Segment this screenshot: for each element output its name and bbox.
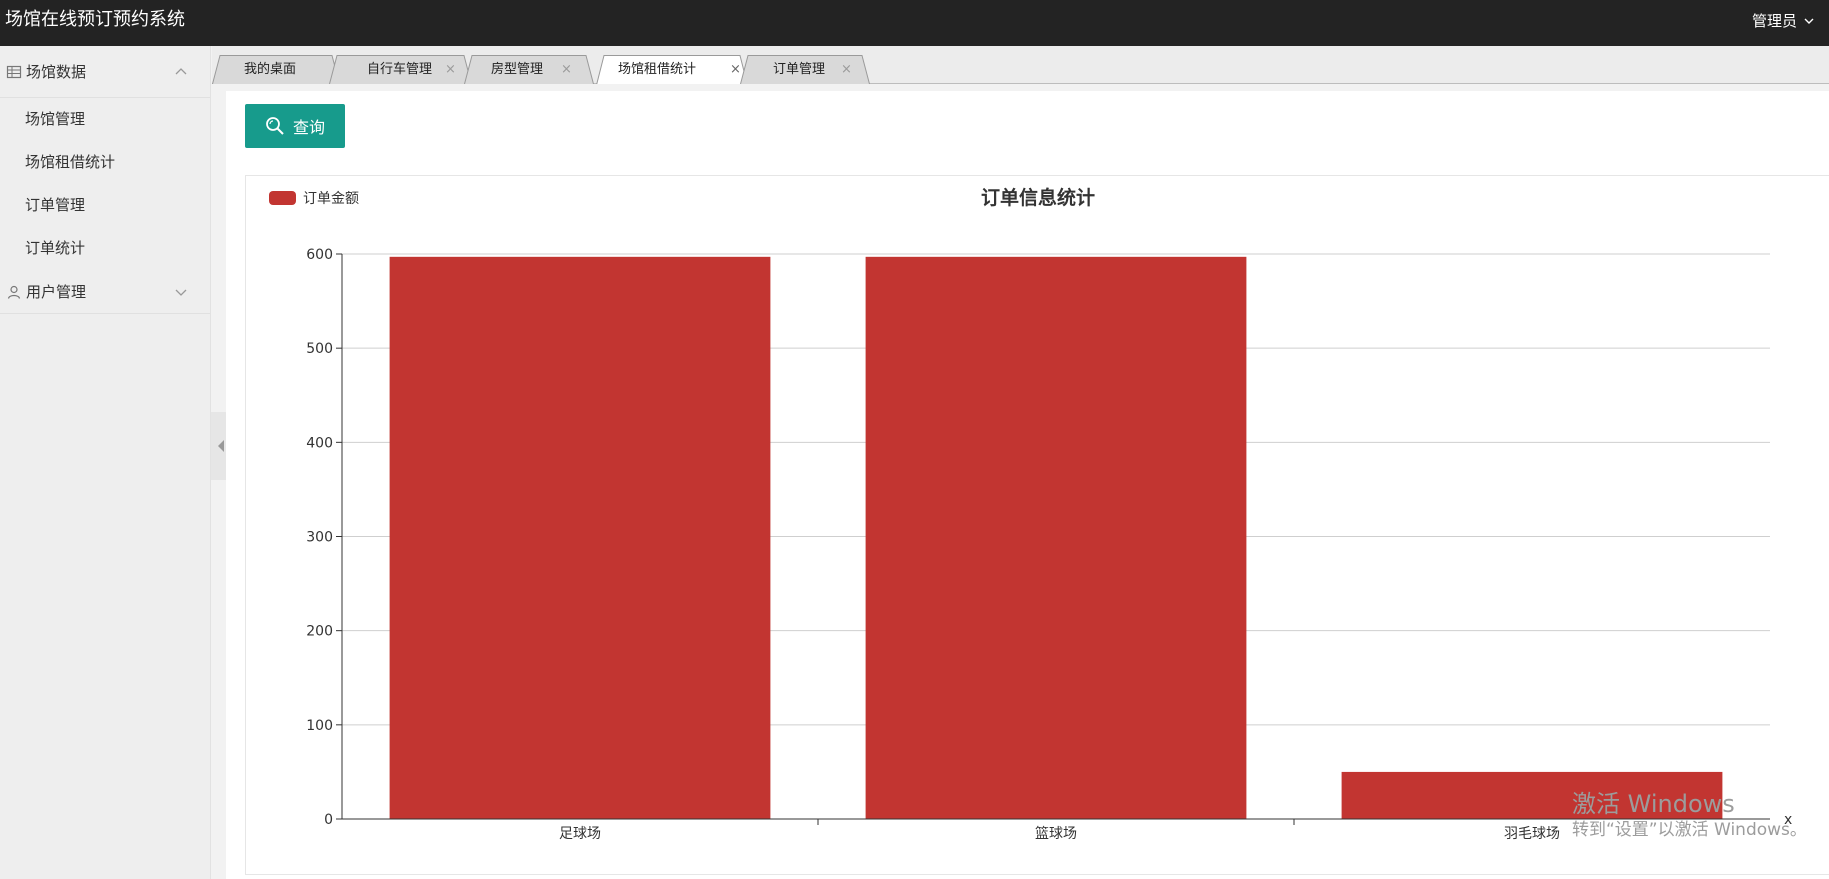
chevron-up-icon bbox=[175, 68, 187, 75]
user-menu[interactable]: 管理员 bbox=[1752, 0, 1815, 42]
tab-label: 自行车管理 bbox=[367, 62, 433, 77]
chevron-down-icon bbox=[175, 289, 187, 296]
top-bar: 场馆在线预订预约系统 管理员 bbox=[0, 0, 1829, 46]
tab-venue-rental-stats[interactable]: 场馆租借统计 × bbox=[596, 55, 748, 84]
sidebar-group-venue-data[interactable]: 场馆数据 bbox=[0, 46, 210, 98]
user-icon bbox=[7, 285, 21, 299]
tab-my-desktop[interactable]: 我的桌面 bbox=[212, 55, 340, 84]
chart-panel: 0 100 200 300 400 500 600 足球场 篮球场 羽毛球场 x 订单信息统计 订单金额 bbox=[245, 175, 1829, 875]
tab-label: 场馆租借统计 bbox=[618, 62, 697, 77]
sidebar-group-label: 用户管理 bbox=[26, 283, 87, 301]
user-name: 管理员 bbox=[1751, 12, 1797, 30]
tab-bike-manage[interactable]: 自行车管理 × bbox=[329, 55, 472, 84]
x-tick-label: 篮球场 bbox=[1035, 826, 1077, 842]
sidebar-group-user-manage[interactable]: 用户管理 bbox=[0, 270, 210, 314]
query-button[interactable]: 查询 bbox=[245, 104, 345, 148]
sidebar-group-label: 场馆数据 bbox=[26, 63, 87, 81]
chevron-down-icon bbox=[1804, 18, 1814, 24]
y-tick-label: 300 bbox=[306, 530, 333, 546]
table-icon bbox=[6, 65, 22, 78]
search-icon bbox=[266, 117, 284, 135]
y-tick-label: 400 bbox=[306, 435, 333, 451]
app-title: 场馆在线预订预约系统 bbox=[5, 9, 185, 30]
sidebar-item-order-manage[interactable]: 订单管理 bbox=[0, 184, 210, 227]
x-tick-label: 羽毛球场 bbox=[1504, 826, 1560, 842]
y-tick-label: 600 bbox=[306, 247, 333, 263]
y-tick-label: 500 bbox=[306, 341, 333, 357]
tab-order-manage[interactable]: 订单管理 × bbox=[740, 55, 870, 84]
sidebar-item-venue-rental-stats[interactable]: 场馆租借统计 bbox=[0, 141, 210, 184]
x-tick-label: 足球场 bbox=[559, 826, 601, 842]
y-tick-label: 0 bbox=[324, 812, 333, 828]
legend-label: 订单金额 bbox=[303, 191, 359, 207]
bar bbox=[389, 256, 771, 819]
bar-chart: 0 100 200 300 400 500 600 足球场 篮球场 羽毛球场 x 订单信息统计 订单金额 bbox=[269, 186, 1792, 842]
tab-label: 房型管理 bbox=[491, 62, 544, 77]
y-tick-label: 100 bbox=[306, 718, 333, 734]
tab-room-type-manage[interactable]: 房型管理 × bbox=[464, 55, 594, 84]
close-icon[interactable]: × bbox=[561, 55, 572, 84]
query-button-label: 查询 bbox=[292, 118, 325, 137]
x-axis-label: x bbox=[1784, 812, 1792, 828]
close-icon[interactable]: × bbox=[841, 55, 852, 84]
close-icon[interactable]: × bbox=[445, 55, 456, 84]
tab-label: 我的桌面 bbox=[244, 62, 297, 77]
tab-bar: 我的桌面 自行车管理 × 房型管理 × 场馆租借统计 × 订单管理 × bbox=[212, 46, 1829, 84]
content-area: 查询 0 100 200 300 400 500 600 足球场 篮球场 羽毛球场 x 订单信息统计 订… bbox=[226, 91, 1829, 879]
chart-title: 订单信息统计 bbox=[981, 186, 1095, 209]
y-tick-label: 200 bbox=[306, 624, 333, 640]
bar bbox=[865, 256, 1247, 819]
sidebar-item-order-stats[interactable]: 订单统计 bbox=[0, 227, 210, 270]
caret-left-icon bbox=[218, 440, 224, 452]
sidebar-item-venue-manage[interactable]: 场馆管理 bbox=[0, 98, 210, 141]
legend-swatch bbox=[269, 191, 296, 205]
bar bbox=[1341, 771, 1723, 819]
sidebar: 场馆数据 场馆管理 场馆租借统计 订单管理 订单统计 用户管理 bbox=[0, 46, 211, 879]
tab-label: 订单管理 bbox=[773, 62, 826, 77]
